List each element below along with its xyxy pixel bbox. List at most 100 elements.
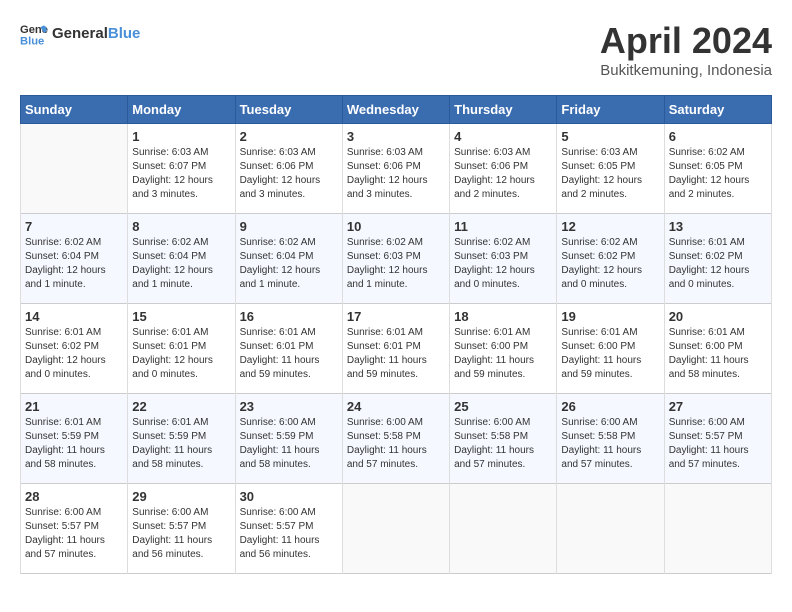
- calendar-cell: 28 Sunrise: 6:00 AM Sunset: 5:57 PM Dayli…: [21, 484, 128, 574]
- day-info: Sunrise: 6:01 AM Sunset: 5:59 PM Dayligh…: [25, 416, 123, 472]
- calendar-cell: [342, 484, 449, 574]
- calendar-cell: 18 Sunrise: 6:01 AM Sunset: 6:00 PM Dayli…: [450, 304, 557, 394]
- calendar-cell: [557, 484, 664, 574]
- day-number: 4: [454, 129, 552, 144]
- calendar-cell: 10Sunrise: 6:02 AM Sunset: 6:03 PM Dayli…: [342, 214, 449, 304]
- header-wednesday: Wednesday: [342, 96, 449, 124]
- calendar-header-row: SundayMondayTuesdayWednesdayThursdayFrid…: [21, 96, 772, 124]
- day-info: Sunrise: 6:03 AM Sunset: 6:05 PM Dayligh…: [561, 146, 659, 202]
- day-number: 2: [240, 129, 338, 144]
- day-info: Sunrise: 6:02 AM Sunset: 6:04 PM Dayligh…: [132, 236, 230, 292]
- calendar-cell: 5 Sunrise: 6:03 AM Sunset: 6:05 PM Daylig…: [557, 124, 664, 214]
- day-info: Sunrise: 6:01 AM Sunset: 6:01 PM Dayligh…: [132, 326, 230, 382]
- day-number: 22: [132, 399, 230, 414]
- day-number: 12: [561, 219, 659, 234]
- calendar-cell: 26 Sunrise: 6:00 AM Sunset: 5:58 PM Dayli…: [557, 394, 664, 484]
- day-number: 29: [132, 489, 230, 504]
- calendar-cell: [664, 484, 771, 574]
- day-number: 5: [561, 129, 659, 144]
- day-number: 25: [454, 399, 552, 414]
- day-number: 21: [25, 399, 123, 414]
- calendar-week-row: 7Sunrise: 6:02 AM Sunset: 6:04 PM Daylig…: [21, 214, 772, 304]
- calendar-cell: 9Sunrise: 6:02 AM Sunset: 6:04 PM Daylig…: [235, 214, 342, 304]
- calendar-cell: 4 Sunrise: 6:03 AM Sunset: 6:06 PM Daylig…: [450, 124, 557, 214]
- calendar-cell: 20 Sunrise: 6:01 AM Sunset: 6:00 PM Dayli…: [664, 304, 771, 394]
- day-info: Sunrise: 6:00 AM Sunset: 5:59 PM Dayligh…: [240, 416, 338, 472]
- day-number: 23: [240, 399, 338, 414]
- calendar-cell: 7Sunrise: 6:02 AM Sunset: 6:04 PM Daylig…: [21, 214, 128, 304]
- day-number: 18: [454, 309, 552, 324]
- calendar-cell: 8Sunrise: 6:02 AM Sunset: 6:04 PM Daylig…: [128, 214, 235, 304]
- day-number: 1: [132, 129, 230, 144]
- header-thursday: Thursday: [450, 96, 557, 124]
- calendar-cell: 3Sunrise: 6:03 AM Sunset: 6:06 PM Daylig…: [342, 124, 449, 214]
- day-info: Sunrise: 6:02 AM Sunset: 6:03 PM Dayligh…: [454, 236, 552, 292]
- day-info: Sunrise: 6:02 AM Sunset: 6:02 PM Dayligh…: [561, 236, 659, 292]
- day-number: 20: [669, 309, 767, 324]
- day-number: 28: [25, 489, 123, 504]
- logo-blue: Blue: [108, 25, 141, 42]
- day-info: Sunrise: 6:01 AM Sunset: 6:00 PM Dayligh…: [561, 326, 659, 382]
- day-info: Sunrise: 6:01 AM Sunset: 6:01 PM Dayligh…: [240, 326, 338, 382]
- calendar-cell: 12 Sunrise: 6:02 AM Sunset: 6:02 PM Dayli…: [557, 214, 664, 304]
- calendar-cell: 17 Sunrise: 6:01 AM Sunset: 6:01 PM Dayli…: [342, 304, 449, 394]
- day-info: Sunrise: 6:01 AM Sunset: 6:00 PM Dayligh…: [669, 326, 767, 382]
- day-number: 30: [240, 489, 338, 504]
- day-info: Sunrise: 6:00 AM Sunset: 5:58 PM Dayligh…: [347, 416, 445, 472]
- day-number: 15: [132, 309, 230, 324]
- day-number: 24: [347, 399, 445, 414]
- calendar-cell: 23 Sunrise: 6:00 AM Sunset: 5:59 PM Dayli…: [235, 394, 342, 484]
- day-info: Sunrise: 6:02 AM Sunset: 6:03 PM Dayligh…: [347, 236, 445, 292]
- day-number: 26: [561, 399, 659, 414]
- calendar-week-row: 28 Sunrise: 6:00 AM Sunset: 5:57 PM Dayli…: [21, 484, 772, 574]
- day-info: Sunrise: 6:01 AM Sunset: 6:02 PM Dayligh…: [25, 326, 123, 382]
- calendar-cell: 19 Sunrise: 6:01 AM Sunset: 6:00 PM Dayli…: [557, 304, 664, 394]
- logo-general: General: [52, 25, 108, 42]
- header-friday: Friday: [557, 96, 664, 124]
- day-info: Sunrise: 6:01 AM Sunset: 6:02 PM Dayligh…: [669, 236, 767, 292]
- calendar-cell: 25 Sunrise: 6:00 AM Sunset: 5:58 PM Dayli…: [450, 394, 557, 484]
- calendar-cell: 13 Sunrise: 6:01 AM Sunset: 6:02 PM Dayli…: [664, 214, 771, 304]
- day-number: 19: [561, 309, 659, 324]
- day-info: Sunrise: 6:03 AM Sunset: 6:06 PM Dayligh…: [347, 146, 445, 202]
- day-info: Sunrise: 6:02 AM Sunset: 6:05 PM Dayligh…: [669, 146, 767, 202]
- day-number: 14: [25, 309, 123, 324]
- day-number: 16: [240, 309, 338, 324]
- day-info: Sunrise: 6:01 AM Sunset: 6:01 PM Dayligh…: [347, 326, 445, 382]
- calendar-cell: 1 Sunrise: 6:03 AM Sunset: 6:07 PM Daylig…: [128, 124, 235, 214]
- logo: General Blue GeneralBlue: [20, 20, 140, 48]
- calendar-cell: [450, 484, 557, 574]
- day-info: Sunrise: 6:00 AM Sunset: 5:57 PM Dayligh…: [132, 506, 230, 562]
- day-info: Sunrise: 6:03 AM Sunset: 6:06 PM Dayligh…: [240, 146, 338, 202]
- calendar-cell: 29 Sunrise: 6:00 AM Sunset: 5:57 PM Dayli…: [128, 484, 235, 574]
- day-info: Sunrise: 6:03 AM Sunset: 6:06 PM Dayligh…: [454, 146, 552, 202]
- day-number: 13: [669, 219, 767, 234]
- month-title: April 2024: [600, 20, 772, 62]
- day-number: 9: [240, 219, 338, 234]
- day-info: Sunrise: 6:03 AM Sunset: 6:07 PM Dayligh…: [132, 146, 230, 202]
- header-sunday: Sunday: [21, 96, 128, 124]
- day-info: Sunrise: 6:01 AM Sunset: 6:00 PM Dayligh…: [454, 326, 552, 382]
- calendar-cell: 22Sunrise: 6:01 AM Sunset: 5:59 PM Dayli…: [128, 394, 235, 484]
- calendar-cell: 15 Sunrise: 6:01 AM Sunset: 6:01 PM Dayli…: [128, 304, 235, 394]
- logo-icon: General Blue: [20, 20, 48, 48]
- svg-text:Blue: Blue: [20, 35, 44, 47]
- location-title: Bukitkemuning, Indonesia: [600, 62, 772, 79]
- calendar-cell: 14 Sunrise: 6:01 AM Sunset: 6:02 PM Dayli…: [21, 304, 128, 394]
- calendar-week-row: 21 Sunrise: 6:01 AM Sunset: 5:59 PM Dayli…: [21, 394, 772, 484]
- calendar-table: SundayMondayTuesdayWednesdayThursdayFrid…: [20, 95, 772, 574]
- day-info: Sunrise: 6:00 AM Sunset: 5:58 PM Dayligh…: [561, 416, 659, 472]
- day-info: Sunrise: 6:00 AM Sunset: 5:57 PM Dayligh…: [25, 506, 123, 562]
- day-number: 6: [669, 129, 767, 144]
- header-monday: Monday: [128, 96, 235, 124]
- day-number: 17: [347, 309, 445, 324]
- calendar-week-row: 1 Sunrise: 6:03 AM Sunset: 6:07 PM Daylig…: [21, 124, 772, 214]
- day-info: Sunrise: 6:00 AM Sunset: 5:57 PM Dayligh…: [240, 506, 338, 562]
- header-saturday: Saturday: [664, 96, 771, 124]
- calendar-cell: 16 Sunrise: 6:01 AM Sunset: 6:01 PM Dayli…: [235, 304, 342, 394]
- calendar-cell: 27Sunrise: 6:00 AM Sunset: 5:57 PM Dayli…: [664, 394, 771, 484]
- day-info: Sunrise: 6:02 AM Sunset: 6:04 PM Dayligh…: [25, 236, 123, 292]
- day-info: Sunrise: 6:00 AM Sunset: 5:57 PM Dayligh…: [669, 416, 767, 472]
- day-info: Sunrise: 6:00 AM Sunset: 5:58 PM Dayligh…: [454, 416, 552, 472]
- day-number: 11: [454, 219, 552, 234]
